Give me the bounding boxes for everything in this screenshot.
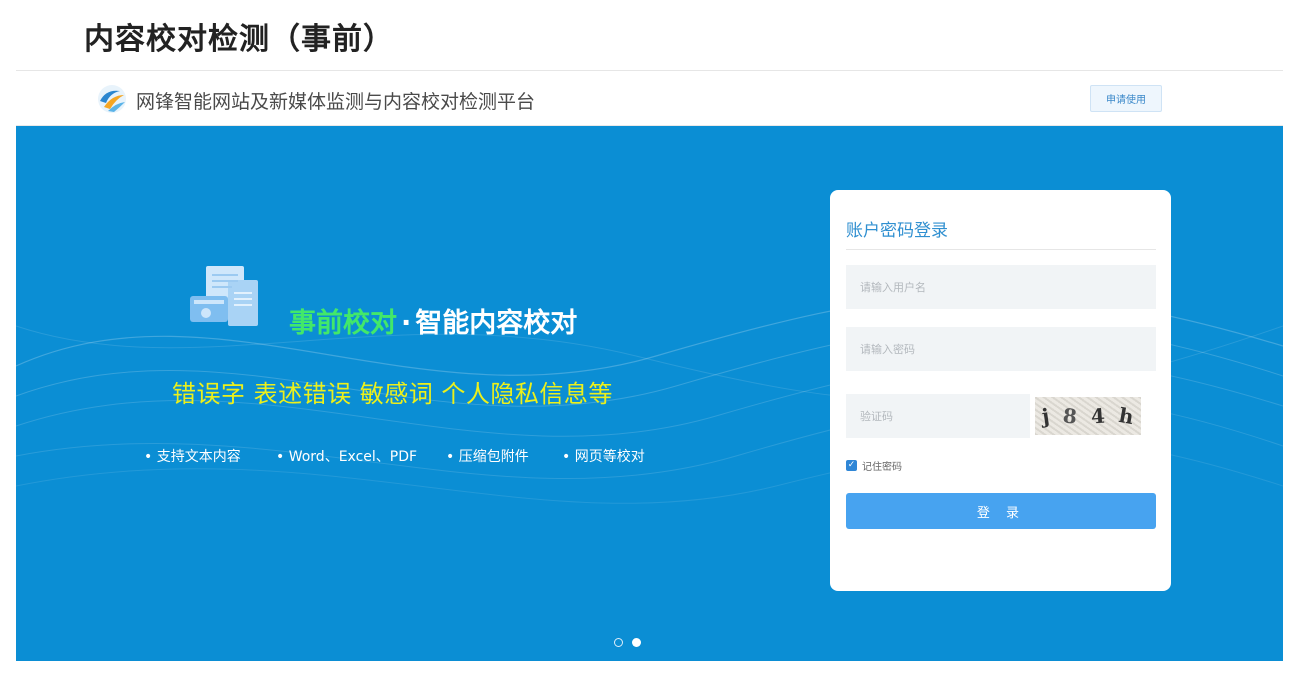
feature-item: • Word、Excel、PDF: [276, 449, 418, 465]
feature-item: • 支持文本内容: [144, 449, 241, 465]
banner-subline: 错误字 表述错误 敏感词 个人隐私信息等: [172, 380, 613, 408]
feature-item: • 压缩包附件: [446, 449, 529, 465]
captcha-char: 4: [1090, 403, 1107, 429]
login-button[interactable]: 登 录: [846, 493, 1156, 529]
login-card: 账户密码登录 j 8 4 h ✓ 记住密码 登 录: [830, 190, 1171, 591]
carousel-dots: [614, 638, 641, 647]
app-screenshot-frame: 网锋智能网站及新媒体监测与内容校对检测平台 申请使用 事前校对 · 智能内容校对…: [16, 70, 1283, 661]
feature-item: • 网页等校对: [562, 449, 645, 465]
captcha-input[interactable]: [846, 394, 1030, 438]
login-title: 账户密码登录: [846, 221, 948, 241]
captcha-char: j: [1040, 403, 1051, 429]
password-input[interactable]: [846, 327, 1156, 371]
top-navbar: 网锋智能网站及新媒体监测与内容校对检测平台 申请使用: [16, 71, 1283, 126]
banner-headline: 事前校对 · 智能内容校对: [289, 301, 577, 340]
site-title: 网锋智能网站及新媒体监测与内容校对检测平台: [136, 91, 536, 113]
carousel-dot-2[interactable]: [632, 638, 641, 647]
captcha-char: h: [1117, 402, 1136, 430]
apply-use-button[interactable]: 申请使用: [1090, 85, 1162, 112]
remember-checkbox[interactable]: ✓: [846, 460, 857, 471]
username-input[interactable]: [846, 265, 1156, 309]
headline-highlight: 事前校对: [289, 308, 397, 339]
headline-separator: ·: [401, 308, 412, 339]
headline-text: 智能内容校对: [415, 308, 578, 339]
document-stack-icon: [190, 266, 258, 326]
remember-label: 记住密码: [862, 462, 902, 473]
captcha-image[interactable]: j 8 4 h: [1035, 397, 1141, 435]
carousel-dot-1[interactable]: [614, 638, 623, 647]
hero-banner: 事前校对 · 智能内容校对 错误字 表述错误 敏感词 个人隐私信息等 • 支持文本内…: [16, 126, 1283, 661]
feature-list: • 支持文本内容 • Word、Excel、PDF • 压缩包附件 • 网页等校…: [144, 446, 645, 466]
login-divider: [846, 249, 1156, 250]
wangfeng-logo-icon: [98, 85, 126, 113]
remember-password: ✓ 记住密码: [846, 458, 902, 473]
page-title: 内容校对检测（事前）: [84, 22, 394, 57]
captcha-char: 8: [1062, 403, 1079, 429]
